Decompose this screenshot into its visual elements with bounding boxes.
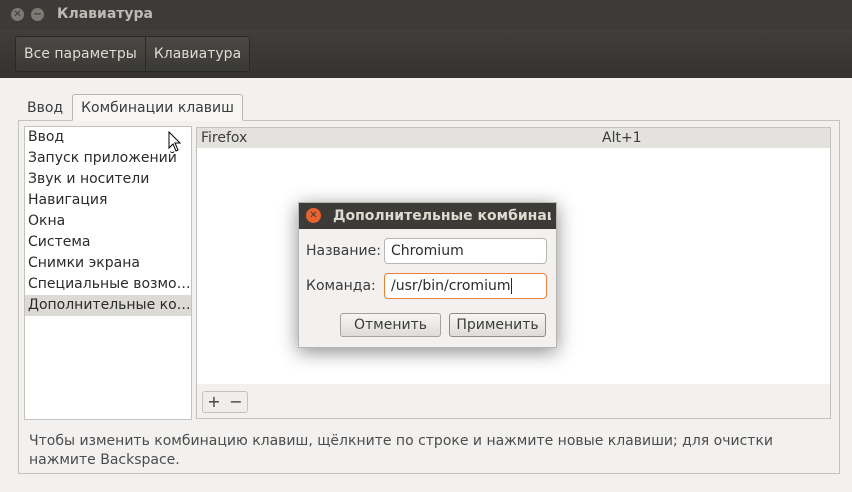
category-item[interactable]: Система <box>25 232 191 253</box>
add-remove-group: + − <box>202 391 248 413</box>
title-bar: ✕ − Клавиатура <box>0 0 852 30</box>
tab-shortcuts[interactable]: Комбинации клавиш <box>72 94 243 121</box>
hint-text: Чтобы изменить комбинацию клавиш, щёлкни… <box>29 433 774 468</box>
command-field[interactable]: /usr/bin/cromium <box>384 273 547 299</box>
dialog-title: Дополнительные комбинации <box>333 208 551 224</box>
dialog-close-icon[interactable]: ✕ <box>306 208 321 223</box>
toolbar: Все параметры Клавиатура <box>0 30 852 78</box>
category-list: Ввод Запуск приложений Звук и носители Н… <box>24 126 192 420</box>
breadcrumb: Все параметры Клавиатура <box>15 36 251 72</box>
remove-shortcut-button[interactable]: − <box>225 392 247 412</box>
command-label: Команда: <box>306 278 376 294</box>
dialog-title-bar: ✕ Дополнительные комбинации <box>299 203 556 229</box>
close-window-icon[interactable]: ✕ <box>11 8 24 21</box>
command-value: /usr/bin/cromium <box>391 278 511 294</box>
category-item[interactable]: Окна <box>25 211 191 232</box>
apply-button[interactable]: Применить <box>449 313 546 337</box>
category-item[interactable]: Навигация <box>25 190 191 211</box>
cancel-button[interactable]: Отменить <box>340 313 441 337</box>
category-item[interactable]: Запуск приложений <box>25 148 191 169</box>
mouse-pointer-icon <box>168 131 182 152</box>
tab-input[interactable]: Ввод <box>18 94 72 121</box>
tab-bar: Ввод Комбинации клавиш <box>18 94 243 121</box>
window-title: Клавиатура <box>57 6 153 22</box>
category-item[interactable]: Снимки экрана <box>25 253 191 274</box>
minimize-window-icon[interactable]: − <box>31 8 44 21</box>
crumb-keyboard[interactable]: Клавиатура <box>144 37 250 71</box>
shortcut-row[interactable]: Firefox Alt+1 <box>197 128 830 148</box>
name-label: Название: <box>306 243 381 259</box>
shortcut-name: Firefox <box>201 130 248 146</box>
add-shortcut-button[interactable]: + <box>203 392 225 412</box>
name-field[interactable]: Chromium <box>384 238 547 264</box>
category-item[interactable]: Специальные возмо… <box>25 274 191 295</box>
crumb-all-settings[interactable]: Все параметры <box>16 37 145 71</box>
category-item[interactable]: Звук и носители <box>25 169 191 190</box>
category-item[interactable]: Ввод <box>25 127 191 148</box>
custom-shortcut-dialog: ✕ Дополнительные комбинации Название: Ch… <box>298 202 557 348</box>
shortcut-key: Alt+1 <box>602 130 642 146</box>
shortcut-list-toolbar: + − <box>196 384 831 419</box>
category-item-selected[interactable]: Дополнительные ко… <box>25 295 191 316</box>
